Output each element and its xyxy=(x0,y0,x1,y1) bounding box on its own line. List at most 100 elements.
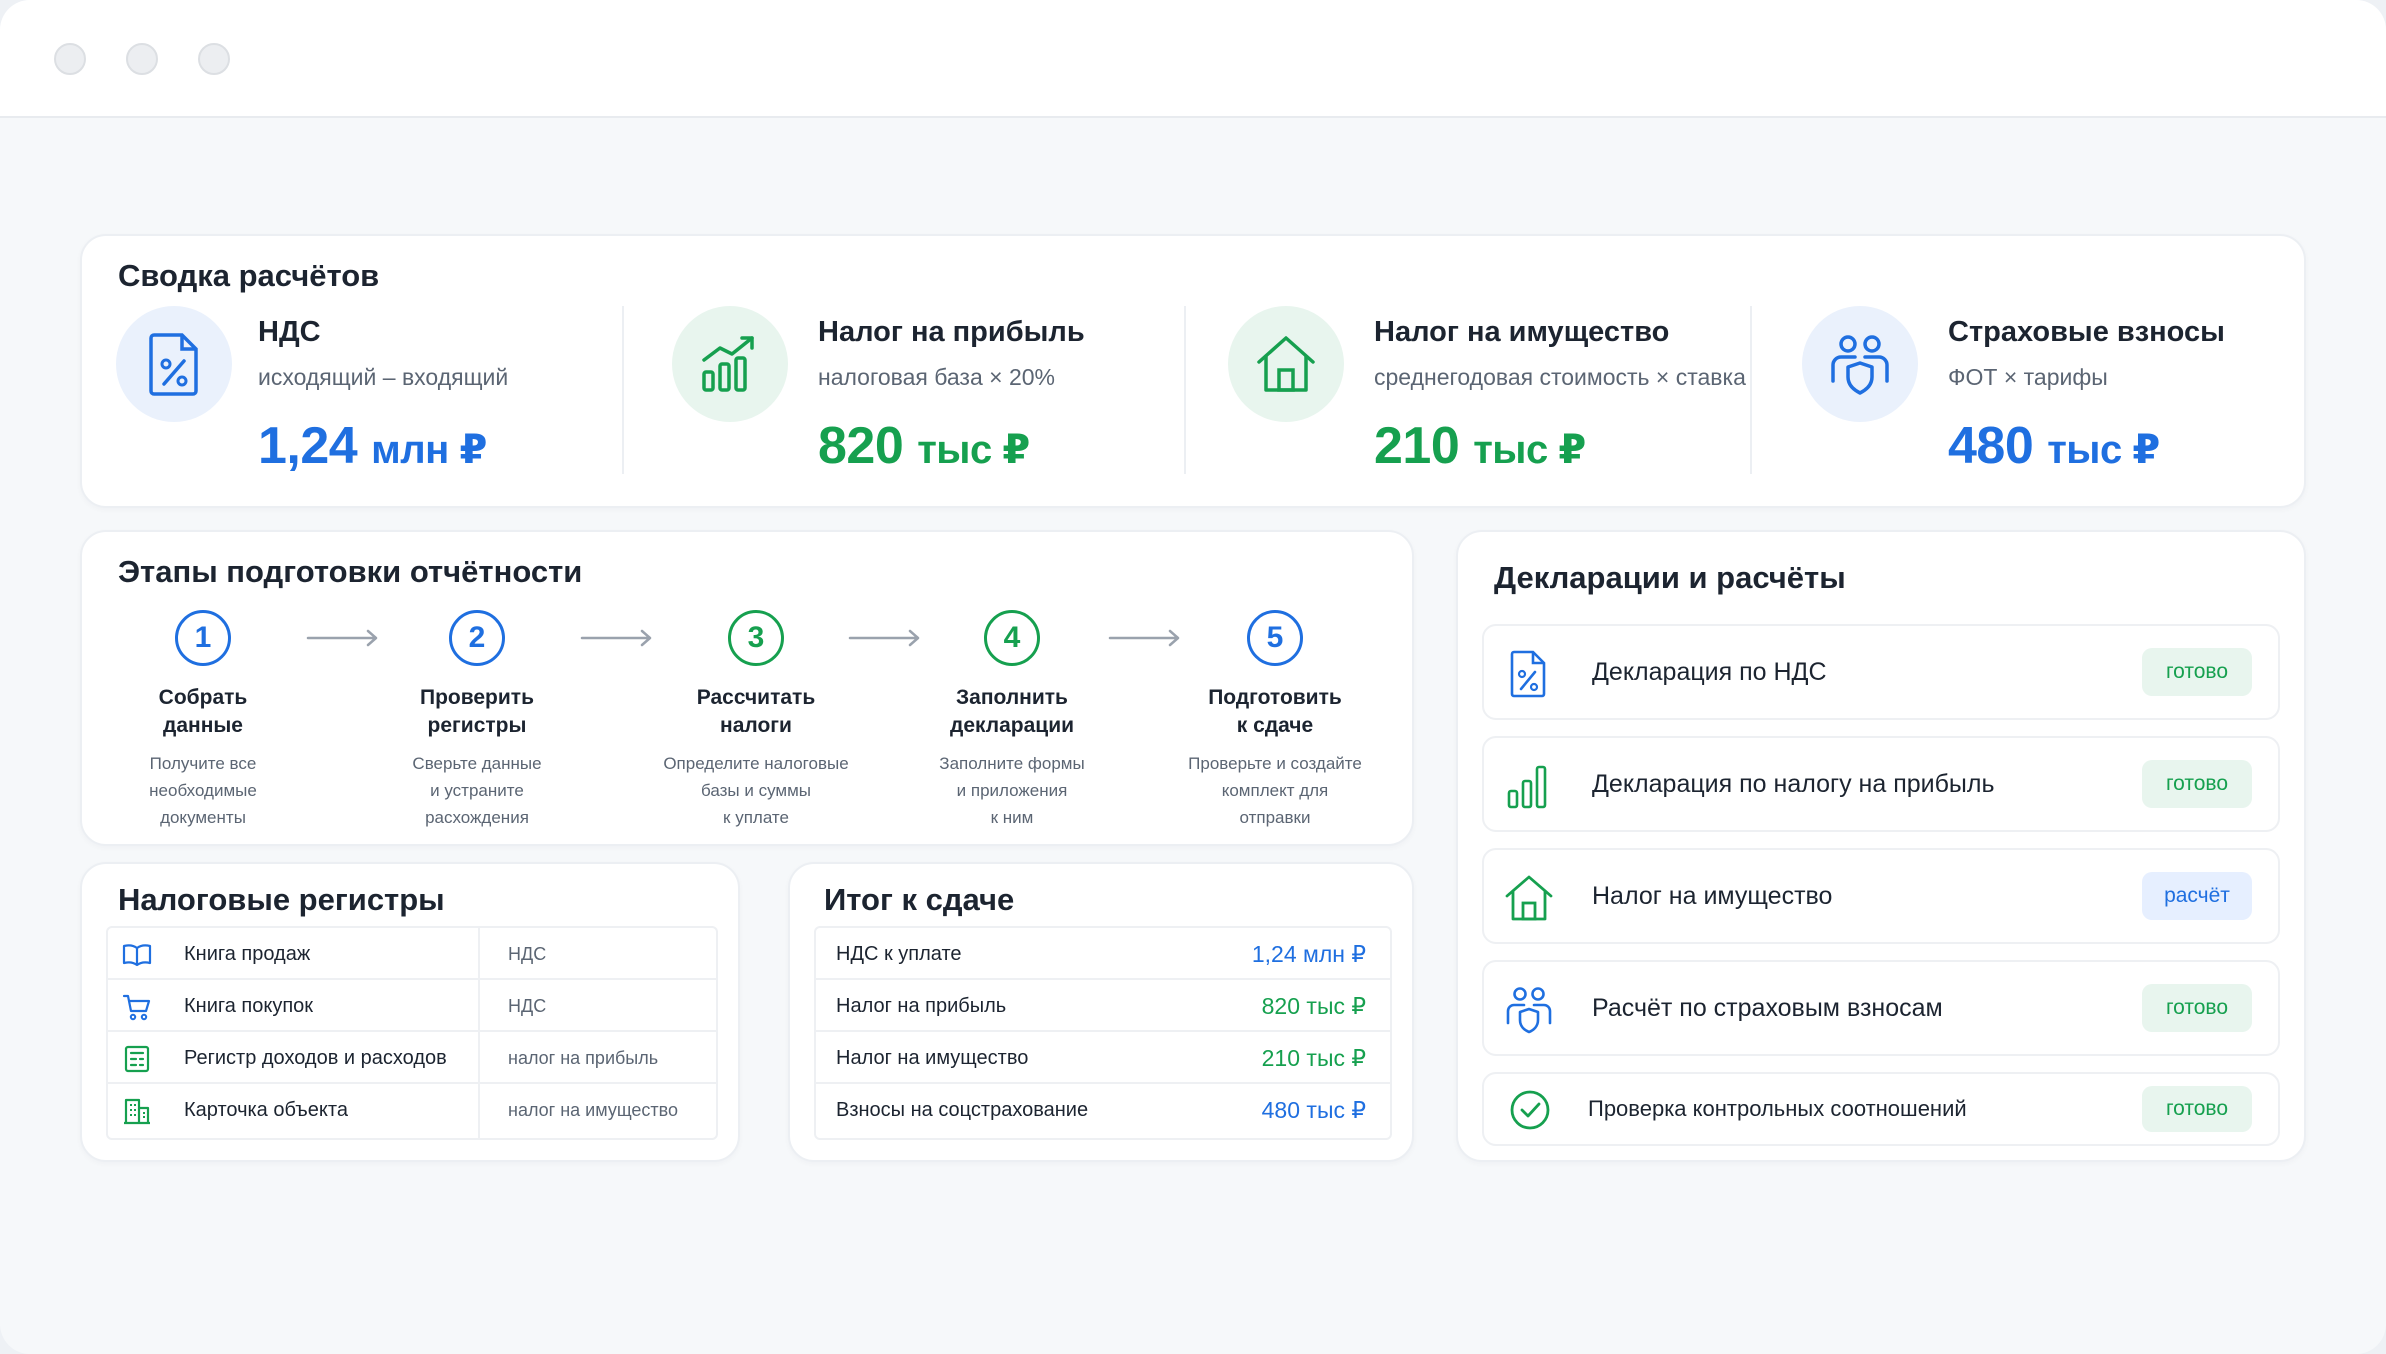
house-icon xyxy=(1505,875,1553,921)
step-description: Заполните формы и приложения к ним xyxy=(939,754,1085,827)
summary-item-name: Налог на имущество xyxy=(1374,316,1670,348)
table-row: Налог на имущество 210 тыс ₽ xyxy=(816,1032,1390,1084)
summary-item-value: 820 тыс ₽ xyxy=(818,417,1030,475)
declaration-row-profit[interactable]: Декларация по налогу на прибыль готово xyxy=(1482,736,2280,832)
declaration-label: Декларация по налогу на прибыль xyxy=(1592,770,1995,798)
register-tax: налог на прибыль xyxy=(508,1048,659,1068)
declaration-row-property[interactable]: Налог на имущество расчёт xyxy=(1482,848,2280,944)
status-badge: готово xyxy=(2142,1086,2252,1132)
register-name: Карточка объекта xyxy=(184,1099,348,1121)
table-row: Налог на прибыль 820 тыс ₽ xyxy=(816,980,1390,1032)
arrow-right-icon xyxy=(580,629,652,647)
totals-title: Итог к сдаче xyxy=(824,882,1015,917)
totals-card: Итог к сдаче НДС к уплате 1,24 млн ₽ Нал… xyxy=(788,862,1414,1162)
registers-table: Книга продаж НДС Книга покупок НДС Регис… xyxy=(106,926,718,1140)
step-description: Сверьте данные и устраните расхождения xyxy=(412,754,542,827)
total-amount: 480 тыс ₽ xyxy=(1261,1097,1366,1123)
people-shield-icon xyxy=(1802,306,1918,422)
step-number: 4 xyxy=(984,610,1040,666)
totals-table: НДС к уплате 1,24 млн ₽ Налог на прибыль… xyxy=(814,926,1392,1140)
check-circle-icon xyxy=(1510,1090,1550,1130)
register-tax: налог на имущество xyxy=(508,1100,679,1120)
table-row: НДС к уплате 1,24 млн ₽ xyxy=(816,928,1390,980)
total-name: Налог на имущество xyxy=(836,1047,1029,1069)
bar-chart-icon xyxy=(1507,765,1547,809)
summary-item-value: 1,24 млн ₽ xyxy=(258,417,487,475)
status-badge: готово xyxy=(2142,760,2252,808)
summary-item-name: Налог на прибыль xyxy=(818,316,1085,348)
step-number: 3 xyxy=(728,610,784,666)
table-row[interactable]: Карточка объекта налог на имущество xyxy=(108,1084,716,1136)
table-row[interactable]: Книга покупок НДС xyxy=(108,980,716,1032)
steps-title: Этапы подготовки отчётности xyxy=(118,554,583,589)
step-1[interactable]: 1 Собрать данные Получите все необходимы… xyxy=(93,610,313,831)
cart-icon xyxy=(122,994,151,1021)
declaration-label: Расчёт по страховым взносам xyxy=(1592,994,1943,1022)
status-badge: готово xyxy=(2142,984,2252,1032)
declaration-label: Декларация по НДС xyxy=(1592,658,1827,686)
table-row[interactable]: Книга продаж НДС xyxy=(108,928,716,980)
step-2[interactable]: 2 Проверить регистры Сверьте данные и ус… xyxy=(367,610,587,831)
register-name: Регистр доходов и расходов xyxy=(184,1047,447,1069)
status-badge: расчёт xyxy=(2142,872,2252,920)
total-amount: 1,24 млн ₽ xyxy=(1251,941,1366,967)
step-description: Определите налоговые базы и суммы к упла… xyxy=(663,754,849,827)
step-4[interactable]: 4 Заполнить декларации Заполните формы и… xyxy=(902,610,1122,831)
register-name: Книга продаж xyxy=(184,943,311,965)
status-badge: готово xyxy=(2142,648,2252,696)
register-tax: НДС xyxy=(508,944,547,964)
summary-item-formula: исходящий – входящий xyxy=(258,364,509,390)
divider xyxy=(1184,306,1186,474)
divider xyxy=(1750,306,1752,474)
summary-item-vat[interactable]: НДС исходящий – входящий 1,24 млн ₽ xyxy=(116,236,666,506)
summary-item-formula: налоговая база × 20% xyxy=(818,364,1055,390)
summary-card: Сводка расчётов НДС исходящий – входящий… xyxy=(80,234,2306,508)
summary-item-name: Страховые взносы xyxy=(1948,316,2225,348)
step-3[interactable]: 3 Рассчитать налоги Определите налоговые… xyxy=(646,610,866,831)
step-number: 1 xyxy=(175,610,231,666)
registers-card: Налоговые регистры Книга продаж НДС Книг… xyxy=(80,862,740,1162)
step-description: Проверьте и создайте комплект для отправ… xyxy=(1188,754,1362,827)
title-bar xyxy=(0,0,2386,118)
growth-chart-icon xyxy=(672,306,788,422)
step-number: 2 xyxy=(449,610,505,666)
total-amount: 820 тыс ₽ xyxy=(1261,993,1366,1019)
summary-item-value: 480 тыс ₽ xyxy=(1948,417,2160,475)
house-icon xyxy=(1228,306,1344,422)
summary-item-value: 210 тыс ₽ xyxy=(1374,417,1586,475)
registers-title: Налоговые регистры xyxy=(118,882,445,917)
declarations-title: Декларации и расчёты xyxy=(1494,560,1846,595)
register-name: Книга покупок xyxy=(184,995,314,1017)
step-number: 5 xyxy=(1247,610,1303,666)
declaration-label: Проверка контрольных соотношений xyxy=(1588,1096,1967,1121)
step-title: Подготовить к сдаче xyxy=(1208,686,1342,737)
summary-item-property-tax[interactable]: Налог на имущество среднегодовая стоимос… xyxy=(1228,236,1788,506)
step-title: Проверить регистры xyxy=(420,686,534,737)
table-row[interactable]: Регистр доходов и расходов налог на приб… xyxy=(108,1032,716,1084)
percent-document-icon xyxy=(1510,650,1546,698)
building-icon xyxy=(124,1098,150,1125)
window-close-button[interactable] xyxy=(54,43,86,75)
declaration-row-vat[interactable]: Декларация по НДС готово xyxy=(1482,624,2280,720)
declaration-row-insurance[interactable]: Расчёт по страховым взносам готово xyxy=(1482,960,2280,1056)
step-title: Заполнить декларации xyxy=(949,686,1075,737)
people-shield-icon xyxy=(1506,987,1552,1034)
ledger-icon xyxy=(124,1045,150,1073)
app-window: Сводка расчётов НДС исходящий – входящий… xyxy=(0,0,2386,1354)
window-maximize-button[interactable] xyxy=(198,43,230,75)
declaration-row-check[interactable]: Проверка контрольных соотношений готово xyxy=(1482,1072,2280,1146)
total-name: Налог на прибыль xyxy=(836,995,1007,1017)
table-row: Взносы на соцстрахование 480 тыс ₽ xyxy=(816,1084,1390,1136)
summary-item-insurance[interactable]: Страховые взносы ФОТ × тарифы 480 тыс ₽ xyxy=(1802,236,2282,506)
window-minimize-button[interactable] xyxy=(126,43,158,75)
total-name: Взносы на соцстрахование xyxy=(836,1099,1089,1121)
summary-item-profit-tax[interactable]: Налог на прибыль налоговая база × 20% 82… xyxy=(672,236,1232,506)
total-name: НДС к уплате xyxy=(836,943,962,965)
summary-item-formula: ФОТ × тарифы xyxy=(1948,364,2108,390)
total-amount: 210 тыс ₽ xyxy=(1261,1045,1366,1071)
step-title: Рассчитать налоги xyxy=(696,686,816,737)
percent-document-icon xyxy=(116,306,232,422)
step-5[interactable]: 5 Подготовить к сдаче Проверьте и создай… xyxy=(1165,610,1385,831)
open-book-icon xyxy=(122,944,152,967)
declarations-card: Декларации и расчёты Декларация по НДС г… xyxy=(1456,530,2306,1162)
